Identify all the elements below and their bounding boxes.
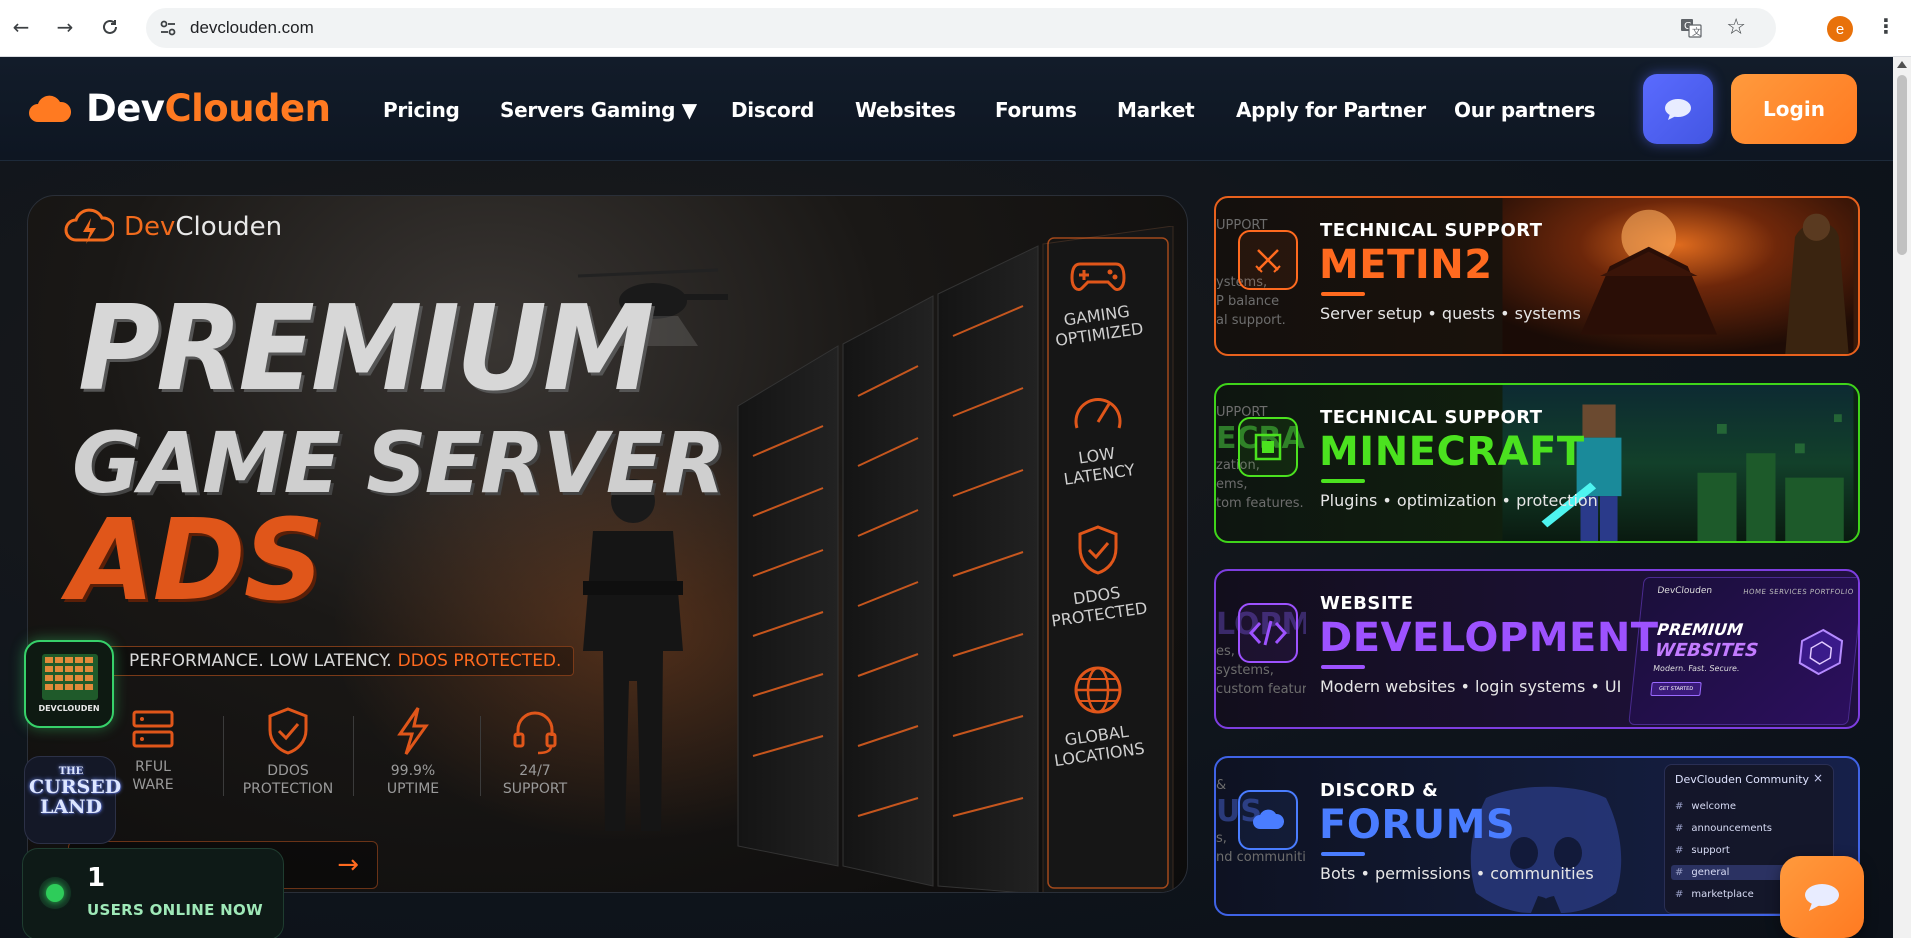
feature-ddos: DDOS PROTECTION xyxy=(233,706,343,798)
forward-arrow-icon[interactable]: → xyxy=(52,14,78,40)
channel-item: # support xyxy=(1675,845,1730,856)
scroll-up-icon[interactable] xyxy=(1897,61,1907,68)
website-mockup: DevClouden HOME SERVICES PORTFOLIO PREMI… xyxy=(1628,577,1858,725)
translate-icon[interactable]: G文 xyxy=(1680,18,1702,38)
lightning-icon xyxy=(397,707,429,755)
hex-cube-icon xyxy=(1798,628,1844,676)
nav-discord[interactable]: Discord xyxy=(731,98,814,122)
page-scrollbar[interactable] xyxy=(1893,57,1911,938)
site-logo[interactable]: DevClouden xyxy=(28,87,331,130)
nav-apply-partner[interactable]: Apply for Partner xyxy=(1236,98,1426,122)
badge-low-latency: LOW LATENCY xyxy=(1028,388,1168,489)
online-status-dot xyxy=(46,884,64,902)
hero-title-premium: PREMIUM xyxy=(78,280,654,418)
bookmark-star-icon[interactable]: ☆ xyxy=(1726,15,1746,40)
code-brackets-icon xyxy=(1238,603,1298,663)
headset-icon xyxy=(513,711,557,755)
swords-icon xyxy=(1238,230,1298,290)
card-title: FORUMS xyxy=(1319,802,1516,848)
cloud-icon xyxy=(1238,790,1298,850)
url-text[interactable]: devclouden.com xyxy=(190,18,314,38)
nav-forums[interactable]: Forums xyxy=(995,98,1077,122)
nav-websites[interactable]: Websites xyxy=(855,98,956,122)
metin2-artwork xyxy=(1502,198,1854,354)
shield-check-icon xyxy=(1078,525,1118,575)
chat-bubble-icon xyxy=(1665,99,1691,120)
card-subtitle: Modern websites • login systems • UI xyxy=(1320,677,1622,696)
brand-name: DevClouden xyxy=(86,87,331,130)
hero-logo: Dev Clouden xyxy=(64,206,282,248)
arrow-right-icon: → xyxy=(337,850,359,880)
service-card-metin2[interactable]: UPPORT ystems, P balance al support. TECHN… xyxy=(1214,196,1860,356)
nav-servers-gaming[interactable]: Servers Gaming ▼ xyxy=(500,98,697,122)
online-count: 1 xyxy=(87,863,106,893)
channel-item: # welcome xyxy=(1675,801,1737,812)
feature-support: 24/7 SUPPORT xyxy=(480,706,590,798)
hero-tagline: PERFORMANCE. LOW LATENCY. DDOS PROTECTED. xyxy=(88,646,575,676)
hero-banner[interactable]: Dev Clouden PREMIUM GAME SERVER ADS PERFO… xyxy=(27,195,1188,893)
card-label: TECHNICAL SUPPORT xyxy=(1320,407,1543,428)
badge-ddos-protected: DDOS PROTECTED xyxy=(1028,524,1168,631)
online-label: USERS ONLINE NOW xyxy=(87,901,263,919)
card-title: METIN2 xyxy=(1319,242,1493,288)
reload-icon[interactable] xyxy=(97,14,123,40)
svg-text:文: 文 xyxy=(1692,26,1701,38)
hero-title-ads: ADS xyxy=(68,496,324,626)
card-label: TECHNICAL SUPPORT xyxy=(1320,220,1543,241)
service-card-website-development[interactable]: DevClouden HOME SERVICES PORTFOLIO PREMI… xyxy=(1214,569,1860,729)
back-arrow-icon[interactable]: ← xyxy=(8,14,34,40)
nav-pricing[interactable]: Pricing xyxy=(383,98,460,122)
shield-check-icon xyxy=(268,707,308,755)
channel-item: # announcements xyxy=(1675,823,1773,834)
service-card-minecraft[interactable]: UPPORTECRAFTzation,ems,tom features. TEC… xyxy=(1214,383,1860,543)
floating-chat-button[interactable] xyxy=(1780,856,1864,938)
cloud-icon xyxy=(29,95,72,122)
badge-global-locations: GLOBAL LOCATIONS xyxy=(1028,664,1168,770)
feature-uptime: 99.9% UPTIME xyxy=(358,706,468,798)
card-label: DISCORD & xyxy=(1320,780,1439,801)
close-icon: × xyxy=(1812,771,1823,785)
address-bar[interactable]: devclouden.com G文 ☆ xyxy=(146,8,1776,48)
card-subtitle: Plugins • optimization • protection xyxy=(1320,491,1598,510)
card-title: DEVELOPMENT xyxy=(1319,615,1659,661)
users-online-widget: 1 USERS ONLINE NOW xyxy=(22,848,284,938)
site-header: DevClouden Pricing Servers Gaming ▼ Disc… xyxy=(0,57,1893,161)
chat-bubble-icon xyxy=(1805,884,1839,911)
browser-menu-icon[interactable]: ⋮ xyxy=(1876,14,1896,38)
soldier-illustration xyxy=(583,479,683,831)
card-label: WEBSITE xyxy=(1320,593,1414,614)
cursed-land-server-widget[interactable]: THE CURSED LAND xyxy=(24,756,122,844)
server-grid-icon xyxy=(42,654,98,700)
badge-gaming-optimized: GAMING OPTIMIZED xyxy=(1028,256,1168,350)
chat-button[interactable] xyxy=(1643,74,1713,144)
browser-toolbar: ← → devclouden.com G文 ☆ e ⋮ xyxy=(0,0,1911,57)
card-subtitle: Bots • permissions • communities xyxy=(1320,864,1594,883)
cube-icon xyxy=(1238,417,1298,477)
scrollbar-thumb[interactable] xyxy=(1897,75,1907,255)
nav-market[interactable]: Market xyxy=(1117,98,1195,122)
speedometer-icon xyxy=(1074,397,1122,429)
profile-avatar[interactable]: e xyxy=(1827,16,1853,42)
channel-item: # marketplace xyxy=(1675,889,1754,900)
card-subtitle: Server setup • quests • systems xyxy=(1320,304,1581,323)
globe-icon xyxy=(1074,666,1122,714)
cursed-land-logo: THE CURSED LAND xyxy=(29,766,122,818)
service-card-discord-forums[interactable]: DevClouden Community × # welcome # announc… xyxy=(1214,756,1860,916)
cloud-lightning-icon xyxy=(64,208,114,244)
card-title: MINECRAFT xyxy=(1319,429,1585,475)
devclouden-server-widget[interactable]: DEVCLOUDEN xyxy=(24,640,114,728)
gamepad-icon xyxy=(1070,262,1126,292)
site-settings-icon[interactable] xyxy=(158,18,178,38)
server-icon xyxy=(132,710,174,748)
login-button[interactable]: Login xyxy=(1731,74,1857,144)
nav-our-partners[interactable]: Our partners xyxy=(1454,98,1596,122)
